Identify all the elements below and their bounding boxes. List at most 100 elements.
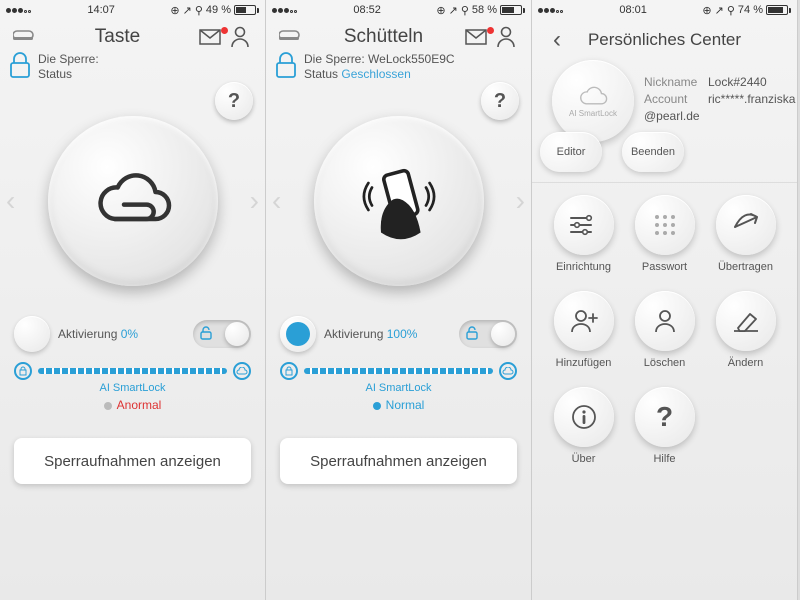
dial-zone: ‹ ›: [266, 86, 531, 316]
lock-toggle[interactable]: [193, 320, 251, 348]
header: ‹ Persönliches Center: [532, 20, 797, 56]
prev-arrow-icon[interactable]: ‹: [272, 185, 281, 217]
grid-hilfe[interactable]: ? Hilfe: [627, 387, 702, 465]
grid-hinzufuegen[interactable]: Hinzufügen: [546, 291, 621, 369]
lock-status: Die Sperre: Status: [0, 50, 265, 86]
status-bar: 14:07 ⊕ ↗ ⚲ 49 %: [0, 0, 265, 20]
status-icons: ⊕ ↗ ⚲: [436, 4, 469, 17]
next-arrow-icon[interactable]: ›: [516, 185, 525, 217]
screen-schuetteln: 08:52 ⊕ ↗ ⚲ 58 % Schütteln Die Sperre: W…: [266, 0, 532, 600]
lock-status-key: Status: [304, 67, 338, 81]
toggle-knob: [225, 322, 249, 346]
help-icon: ?: [656, 401, 673, 433]
screen-taste: 14:07 ⊕ ↗ ⚲ 49 % Taste Die Sperre: Statu…: [0, 0, 266, 600]
grid-einrichtung[interactable]: Einrichtung: [546, 195, 621, 273]
status-icons: ⊕ ↗ ⚲: [170, 4, 203, 17]
battery-pct: 74 %: [738, 4, 763, 16]
bar-lock-icon: [14, 362, 32, 380]
page-title: Persönliches Center: [572, 30, 757, 50]
divider: [532, 182, 797, 183]
mail-icon[interactable]: [195, 29, 225, 45]
battery-icon: [766, 5, 791, 15]
lock-name-val: WeLock550E9C: [368, 52, 455, 66]
lock-icon: [274, 50, 298, 84]
lock-toggle[interactable]: [459, 320, 517, 348]
screen-personal-center: 08:01 ⊕ ↗ ⚲ 74 % ‹ Persönliches Center A…: [532, 0, 798, 600]
avatar-caption: AI SmartLock: [569, 109, 617, 118]
settings-icon: [569, 213, 599, 237]
connection-bar: AI SmartLock Normal: [266, 352, 531, 414]
avatar[interactable]: AI SmartLock: [552, 60, 634, 142]
main-dial-button[interactable]: [314, 116, 484, 286]
signal-icon: [6, 4, 32, 16]
signal-icon: [538, 4, 564, 16]
battery-icon: [500, 5, 525, 15]
activation-row: Aktivierung 0%: [0, 316, 265, 352]
connection-status: Anormal: [14, 398, 251, 412]
mail-icon[interactable]: [461, 29, 491, 45]
status-bar: 08:52 ⊕ ↗ ⚲ 58 %: [266, 0, 531, 20]
profile-section: AI SmartLock NicknameLock#2440 Accountri…: [532, 56, 797, 176]
connection-bar: AI SmartLock Anormal: [0, 352, 265, 414]
cloud-icon: [576, 85, 610, 109]
next-arrow-icon[interactable]: ›: [250, 185, 259, 217]
activation-row: Aktivierung 100%: [266, 316, 531, 352]
header: Taste: [0, 20, 265, 50]
profile-info: NicknameLock#2440 Accountric*****.franzi…: [644, 74, 797, 125]
user-plus-icon: [569, 308, 599, 334]
battery-pct: 58 %: [472, 4, 497, 16]
activation-indicator[interactable]: [280, 316, 316, 352]
shake-icon: [354, 156, 444, 246]
main-dial-button[interactable]: [48, 116, 218, 286]
action-grid: Einrichtung Passwort Übertragen Hinzufüg…: [532, 195, 797, 465]
activation-label: Aktivierung 100%: [324, 327, 451, 341]
grid-aendern[interactable]: Ändern: [708, 291, 783, 369]
profile-icon[interactable]: [491, 26, 521, 48]
connection-status: Normal: [280, 398, 517, 412]
lock-name-key: Die Sperre:: [38, 52, 99, 66]
grid-passwort[interactable]: Passwort: [627, 195, 702, 273]
password-icon: [652, 212, 678, 238]
bar-label: AI SmartLock: [280, 382, 517, 394]
bar-lock-icon: [280, 362, 298, 380]
bar-label: AI SmartLock: [14, 382, 251, 394]
bar-cloud-icon: [233, 362, 251, 380]
battery-icon: [234, 5, 259, 15]
grid-ueber[interactable]: Über: [546, 387, 621, 465]
cloud-icon: [88, 156, 178, 246]
grid-uebertragen[interactable]: Übertragen: [708, 195, 783, 273]
activation-indicator[interactable]: [14, 316, 50, 352]
back-button[interactable]: ‹: [542, 26, 572, 54]
user-icon: [652, 308, 678, 334]
prev-arrow-icon[interactable]: ‹: [6, 185, 15, 217]
menu-icon[interactable]: [276, 28, 306, 46]
profile-icon[interactable]: [225, 26, 255, 48]
info-icon: [570, 403, 598, 431]
status-bar: 08:01 ⊕ ↗ ⚲ 74 %: [532, 0, 797, 20]
status-time: 14:07: [87, 4, 115, 16]
lock-icon: [8, 50, 32, 84]
status-icons: ⊕ ↗ ⚲: [702, 4, 735, 17]
show-records-button[interactable]: Sperraufnahmen anzeigen: [14, 438, 251, 484]
activation-label: Aktivierung 0%: [58, 327, 185, 341]
page-title: Schütteln: [306, 26, 461, 48]
lock-status-val: Geschlossen: [341, 67, 410, 81]
lock-name-key: Die Sperre:: [304, 52, 365, 66]
lock-open-icon: [200, 326, 212, 343]
toggle-knob: [491, 322, 515, 346]
header: Schütteln: [266, 20, 531, 50]
grid-loeschen[interactable]: Löschen: [627, 291, 702, 369]
bar-cloud-icon: [499, 362, 517, 380]
lock-status: Die Sperre: WeLock550E9C Status Geschlos…: [266, 50, 531, 86]
page-title: Taste: [40, 26, 195, 48]
status-time: 08:52: [353, 4, 381, 16]
status-time: 08:01: [619, 4, 647, 16]
editor-button[interactable]: Editor: [540, 132, 602, 172]
battery-pct: 49 %: [206, 4, 231, 16]
menu-icon[interactable]: [10, 28, 40, 46]
logout-button[interactable]: Beenden: [622, 132, 684, 172]
eraser-icon: [732, 310, 760, 332]
dial-zone: ‹ ›: [0, 86, 265, 316]
show-records-button[interactable]: Sperraufnahmen anzeigen: [280, 438, 517, 484]
signal-icon: [272, 4, 298, 16]
